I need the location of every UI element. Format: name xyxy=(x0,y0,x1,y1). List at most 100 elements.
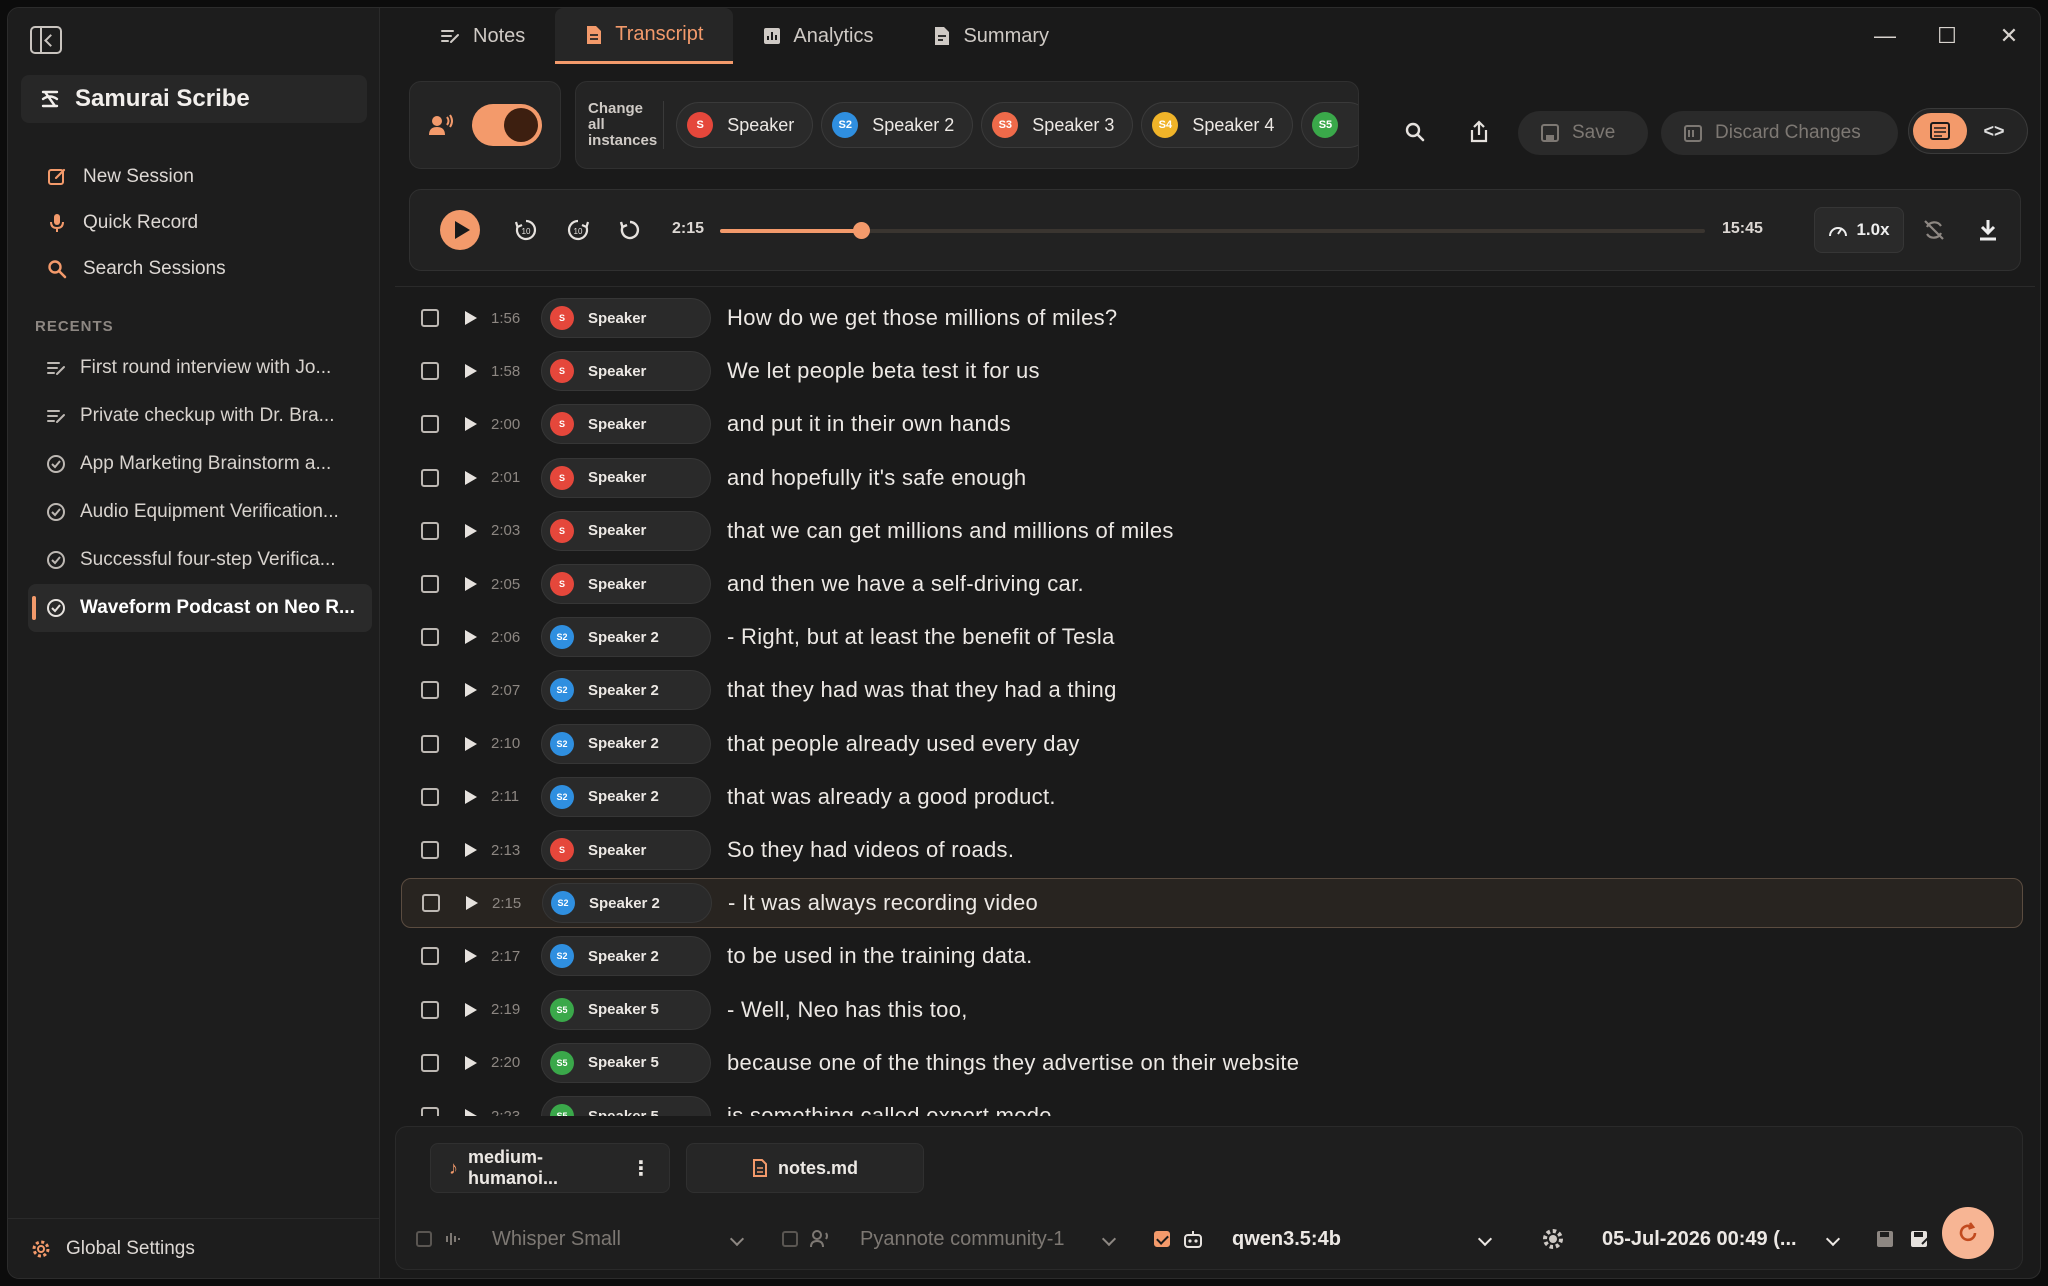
recent-session-item[interactable]: Successful four-step Verifica... xyxy=(28,536,372,584)
transcription-model-select[interactable]: Whisper Small xyxy=(492,1228,732,1251)
row-timestamp[interactable]: 2:01 xyxy=(491,469,537,486)
row-checkbox[interactable] xyxy=(421,362,439,381)
app-brand[interactable]: Samurai Scribe xyxy=(21,75,367,123)
session-date-select[interactable]: 05-Jul-2026 00:49 (... xyxy=(1602,1228,1828,1251)
row-checkbox[interactable] xyxy=(421,787,439,806)
skip-forward-button[interactable]: 10 xyxy=(560,212,596,248)
row-speaker-chip[interactable]: S Speaker xyxy=(541,457,711,498)
row-timestamp[interactable]: 1:56 xyxy=(491,310,537,327)
row-speaker-chip[interactable]: S5 Speaker 5 xyxy=(541,1042,711,1083)
transcript-row[interactable]: 2:10 S2 Speaker 2 that people already used … xyxy=(401,719,2023,769)
row-speaker-chip[interactable]: S Speaker xyxy=(541,351,711,392)
row-play-icon[interactable] xyxy=(465,949,477,964)
regenerate-button[interactable] xyxy=(1942,1207,1994,1259)
row-timestamp[interactable]: 2:13 xyxy=(491,842,537,859)
row-text[interactable]: and hopefully it's safe enough xyxy=(727,465,1026,491)
transcript-row[interactable]: 2:23 S5 Speaker 5 is something called exper… xyxy=(401,1091,2023,1116)
row-play-icon[interactable] xyxy=(466,896,478,911)
chevron-down-icon[interactable] xyxy=(729,1231,745,1247)
row-play-icon[interactable] xyxy=(465,470,477,485)
transcript-row[interactable]: 1:58 S Speaker We let people beta test it f… xyxy=(401,346,2023,396)
recent-session-item[interactable]: First round interview with Jo... xyxy=(28,344,372,392)
recent-session-item[interactable]: App Marketing Brainstorm a... xyxy=(28,440,372,488)
row-play-icon[interactable] xyxy=(465,417,477,432)
row-timestamp[interactable]: 2:07 xyxy=(491,682,537,699)
row-text[interactable]: that they had was that they had a thing xyxy=(727,677,1117,703)
row-timestamp[interactable]: 2:20 xyxy=(491,1054,537,1071)
row-play-icon[interactable] xyxy=(465,630,477,645)
row-speaker-chip[interactable]: S2 Speaker 2 xyxy=(541,723,711,764)
row-text[interactable]: - It was always recording video xyxy=(728,890,1038,916)
sync-off-button[interactable] xyxy=(1916,212,1952,248)
sidebar-toggle-icon[interactable] xyxy=(30,26,62,54)
maximize-icon[interactable]: ☐ xyxy=(1916,23,1978,49)
recent-session-item-active[interactable]: Waveform Podcast on Neo R... xyxy=(28,584,372,632)
chevron-down-icon[interactable] xyxy=(1825,1231,1841,1247)
restart-button[interactable] xyxy=(612,212,648,248)
view-mode-switch[interactable]: <> xyxy=(1908,108,2028,154)
more-vertical-icon[interactable]: ⋮ xyxy=(631,1156,651,1181)
diarization-checkbox[interactable] xyxy=(782,1231,798,1247)
row-timestamp[interactable]: 2:19 xyxy=(491,1001,537,1018)
row-checkbox[interactable] xyxy=(421,1107,439,1116)
play-button[interactable] xyxy=(440,210,480,250)
row-checkbox[interactable] xyxy=(421,1053,439,1072)
save-as-icon[interactable] xyxy=(1910,1230,1930,1248)
search-transcript-button[interactable] xyxy=(1395,112,1435,152)
tab-transcript[interactable]: Transcript xyxy=(555,8,734,64)
tab-notes[interactable]: Notes xyxy=(411,8,555,64)
download-button[interactable] xyxy=(1970,212,2006,248)
row-play-icon[interactable] xyxy=(465,1002,477,1017)
row-checkbox[interactable] xyxy=(421,415,439,434)
row-play-icon[interactable] xyxy=(465,789,477,804)
row-timestamp[interactable]: 2:03 xyxy=(491,522,537,539)
row-checkbox[interactable] xyxy=(421,628,439,647)
speaker-chip-s5[interactable]: S5 xyxy=(1301,102,1358,148)
row-checkbox[interactable] xyxy=(421,947,439,966)
row-text[interactable]: that we can get millions and millions of… xyxy=(727,518,1174,544)
transcript-row[interactable]: 2:13 S Speaker So they had videos of roads. xyxy=(401,825,2023,875)
skip-back-button[interactable]: 10 xyxy=(508,212,544,248)
row-text[interactable]: and put it in their own hands xyxy=(727,411,1011,437)
row-timestamp[interactable]: 2:10 xyxy=(491,735,537,752)
row-text[interactable]: So they had videos of roads. xyxy=(727,837,1014,863)
row-play-icon[interactable] xyxy=(465,683,477,698)
row-text[interactable]: - Right, but at least the benefit of Tes… xyxy=(727,624,1115,650)
row-play-icon[interactable] xyxy=(465,1055,477,1070)
row-speaker-chip[interactable]: S2 Speaker 2 xyxy=(542,883,712,924)
progress-handle[interactable] xyxy=(852,222,870,239)
progress-track[interactable] xyxy=(720,222,1705,239)
row-text[interactable]: - Well, Neo has this too, xyxy=(727,997,968,1023)
row-play-icon[interactable] xyxy=(465,364,477,379)
tab-analytics[interactable]: Analytics xyxy=(733,8,903,64)
row-speaker-chip[interactable]: S5 Speaker 5 xyxy=(541,1096,711,1116)
row-timestamp[interactable]: 2:23 xyxy=(491,1108,537,1117)
row-speaker-chip[interactable]: S2 Speaker 2 xyxy=(541,776,711,817)
row-speaker-chip[interactable]: S Speaker xyxy=(541,510,711,551)
save-icon[interactable] xyxy=(1876,1230,1894,1248)
row-text[interactable]: We let people beta test it for us xyxy=(727,358,1040,384)
row-timestamp[interactable]: 2:17 xyxy=(491,948,537,965)
transcript-row[interactable]: 2:07 S2 Speaker 2 that they had was that th… xyxy=(401,665,2023,715)
recent-session-item[interactable]: Private checkup with Dr. Bra... xyxy=(28,392,372,440)
row-text[interactable]: that people already used every day xyxy=(727,731,1080,757)
tab-summary[interactable]: Summary xyxy=(903,8,1079,64)
view-rich-icon[interactable] xyxy=(1913,113,1967,149)
llm-checkbox[interactable] xyxy=(1154,1231,1170,1247)
nav-quick-record[interactable]: Quick Record xyxy=(21,200,367,246)
row-checkbox[interactable] xyxy=(421,734,439,753)
transcript-row[interactable]: 2:03 S Speaker that we can get millions and… xyxy=(401,506,2023,556)
recent-session-item[interactable]: Audio Equipment Verification... xyxy=(28,488,372,536)
row-timestamp[interactable]: 2:11 xyxy=(491,788,537,805)
row-play-icon[interactable] xyxy=(465,311,477,325)
row-text[interactable]: is something called expert mode xyxy=(727,1103,1052,1116)
row-timestamp[interactable]: 2:05 xyxy=(491,576,537,593)
row-timestamp[interactable]: 2:15 xyxy=(492,895,538,912)
row-speaker-chip[interactable]: S Speaker xyxy=(541,404,711,445)
transcription-checkbox[interactable] xyxy=(416,1231,432,1247)
transcript-row[interactable]: 2:00 S Speaker and put it in their own hand… xyxy=(401,399,2023,449)
playback-speed-button[interactable]: 1.0x xyxy=(1814,207,1904,253)
row-speaker-chip[interactable]: S2 Speaker 2 xyxy=(541,670,711,711)
nav-new-session[interactable]: New Session xyxy=(21,154,367,200)
row-play-icon[interactable] xyxy=(465,577,477,591)
